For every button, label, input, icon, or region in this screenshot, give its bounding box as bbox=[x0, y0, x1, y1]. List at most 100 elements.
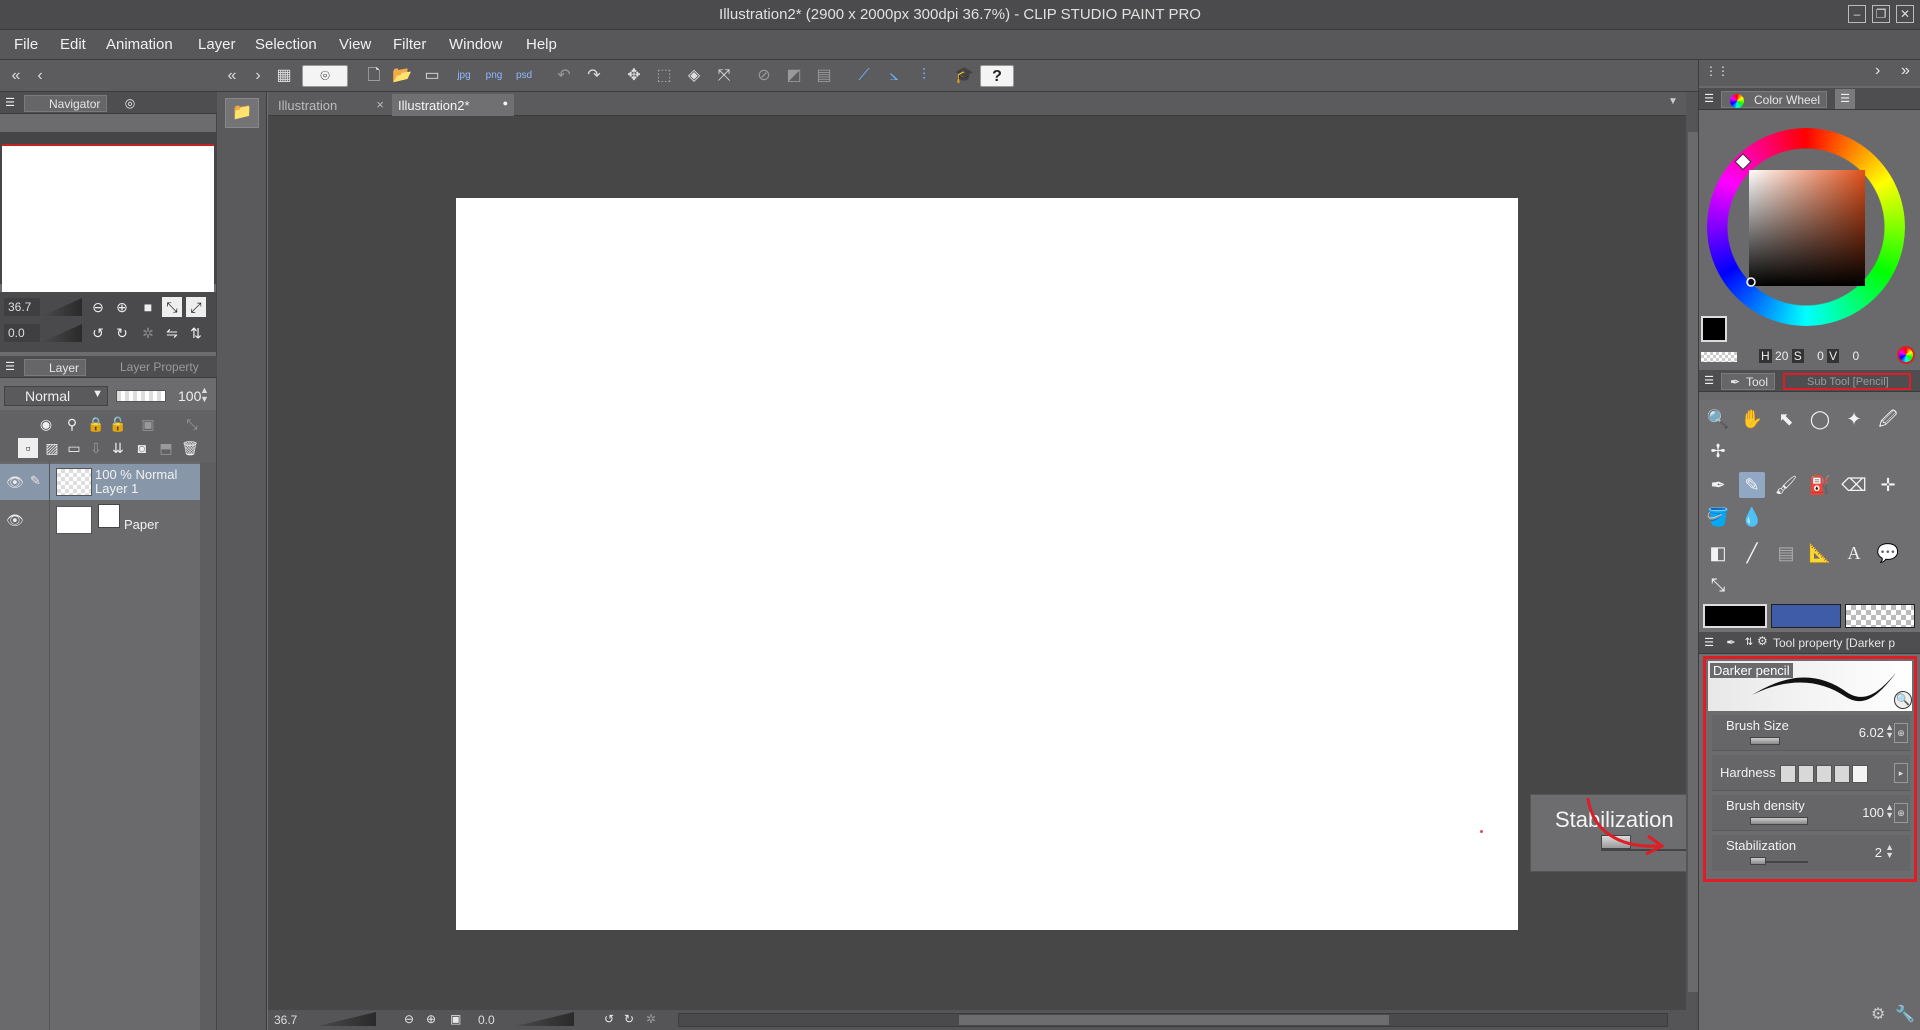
transfer-down-icon[interactable]: ⇩ bbox=[86, 438, 106, 458]
rotate-left-icon[interactable]: ↺ bbox=[88, 323, 108, 343]
pen-tool-icon[interactable]: ✒ bbox=[1705, 472, 1731, 498]
export-png-icon[interactable]: png bbox=[482, 65, 506, 87]
navigator-preview[interactable] bbox=[0, 132, 216, 294]
hardness-step[interactable] bbox=[1780, 765, 1796, 783]
ruler-tool-icon[interactable]: 📐 bbox=[1807, 540, 1833, 566]
eyedropper-tool-icon[interactable]: 🖉 bbox=[1875, 406, 1901, 432]
hardness-expand-icon[interactable]: ▸ bbox=[1894, 763, 1908, 783]
gradient-tool-icon[interactable]: ◧ bbox=[1705, 540, 1731, 566]
menu-layer[interactable]: Layer bbox=[198, 36, 236, 53]
select-clear-icon[interactable]: ⊘ bbox=[752, 65, 776, 87]
zoom-tool-icon[interactable]: 🔍 bbox=[1705, 406, 1731, 432]
pressure-icon[interactable]: ⊕ bbox=[1894, 803, 1908, 823]
balloon-tool-icon[interactable]: 💬 bbox=[1875, 540, 1901, 566]
grid-icon[interactable]: ▦ bbox=[272, 65, 296, 87]
help-icon[interactable]: ? bbox=[980, 65, 1014, 87]
open-folder-icon[interactable]: 📂 bbox=[390, 65, 414, 87]
eraser-tool-icon[interactable]: ⌫ bbox=[1841, 472, 1867, 498]
zoom-in-icon[interactable]: ⊕ bbox=[426, 1012, 436, 1026]
correct-line-tool-icon[interactable]: ⤡ bbox=[1705, 572, 1731, 598]
select-invert-icon[interactable]: ◩ bbox=[782, 65, 806, 87]
flip-vertical-icon[interactable]: ⇅ bbox=[186, 323, 206, 343]
tab-illustration[interactable]: Illustration × bbox=[272, 94, 390, 116]
menu-file[interactable]: File bbox=[14, 36, 38, 53]
brush-density-slider[interactable] bbox=[1750, 817, 1808, 825]
minimize-button[interactable]: – bbox=[1848, 5, 1866, 23]
snap-ruler-icon[interactable]: ⟋ bbox=[852, 65, 876, 87]
brush-size-value[interactable]: 6.02 bbox=[1859, 725, 1884, 740]
menu-animation[interactable]: Animation bbox=[106, 36, 173, 53]
transparent-swatch[interactable] bbox=[1701, 352, 1737, 362]
tab-layer[interactable]: Layer bbox=[24, 359, 87, 376]
tool-property-spin-icon[interactable]: ⇅ bbox=[1739, 633, 1759, 653]
grip-icon[interactable]: ⋮⋮ bbox=[1705, 64, 1729, 78]
nav-rotate-value[interactable]: 0.0 bbox=[4, 324, 40, 342]
hardness-step[interactable] bbox=[1852, 765, 1868, 783]
blend-mode-select[interactable]: Normal ▼ bbox=[4, 386, 108, 406]
scale-icon[interactable]: ⤧ bbox=[712, 65, 736, 87]
color-wheel[interactable] bbox=[1699, 114, 1920, 354]
select-all-icon[interactable]: ▤ bbox=[812, 65, 836, 87]
zoom-out-icon[interactable]: ⊖ bbox=[88, 297, 108, 317]
pressure-icon[interactable]: ⊕ bbox=[1894, 723, 1908, 743]
color-mode-icon[interactable] bbox=[1897, 346, 1915, 364]
menu-view[interactable]: View bbox=[339, 36, 371, 53]
tool-property-pen-icon[interactable]: ✒ bbox=[1721, 633, 1741, 653]
chevron-right-icon[interactable]: › bbox=[1875, 62, 1880, 80]
tab-navigator[interactable]: Navigator bbox=[24, 95, 108, 112]
collapse-right-icon[interactable]: » bbox=[1901, 62, 1910, 80]
tutorial-icon[interactable]: 🎓 bbox=[952, 65, 976, 87]
fit-navigator-icon[interactable]: ⤡ bbox=[162, 297, 182, 317]
figure-tool-icon[interactable]: ╱ bbox=[1739, 540, 1765, 566]
chevron-left-icon[interactable]: ‹ bbox=[28, 65, 52, 87]
layer-mask-icon[interactable]: ◙ bbox=[132, 438, 152, 458]
pencil-tool-icon[interactable]: ✎ bbox=[1739, 472, 1765, 498]
hand-tool-icon[interactable]: ✋ bbox=[1739, 406, 1765, 432]
stabilization-slider[interactable] bbox=[1750, 857, 1766, 865]
menu-help[interactable]: Help bbox=[526, 36, 557, 53]
navigator-alt-icon[interactable]: ◎ bbox=[120, 93, 140, 113]
color-wheel-graphic[interactable] bbox=[1699, 114, 1920, 354]
save-icon[interactable]: ▭ bbox=[420, 65, 444, 87]
maximize-button[interactable]: ❐ bbox=[1872, 5, 1890, 23]
text-tool-icon[interactable]: A bbox=[1841, 540, 1867, 566]
tab-sub-tool[interactable]: Sub Tool [Pencil] bbox=[1783, 373, 1911, 390]
brush-preview[interactable]: Darker pencil 🔍 bbox=[1708, 661, 1912, 711]
frame-tool-icon[interactable]: ▤ bbox=[1773, 540, 1799, 566]
brush-density-value[interactable]: 100 bbox=[1862, 805, 1884, 820]
brush-tool-icon[interactable]: 🖌 bbox=[1773, 472, 1799, 498]
drawing-canvas[interactable] bbox=[456, 198, 1518, 930]
collapse-left-icon[interactable]: « bbox=[4, 65, 28, 87]
nav-zoom-slider[interactable] bbox=[42, 298, 82, 316]
delete-layer-icon[interactable]: 🗑 bbox=[180, 438, 200, 458]
brush-size-spin-icon[interactable]: ▲ ▼ bbox=[1885, 723, 1894, 740]
rotate-right-icon[interactable]: ↻ bbox=[624, 1012, 634, 1026]
reset-rotation-icon[interactable]: ✲ bbox=[646, 1012, 656, 1026]
export-jpg-icon[interactable]: jpg bbox=[452, 65, 476, 87]
blend-tool-icon[interactable]: 💧 bbox=[1739, 504, 1765, 530]
snap-special-ruler-icon[interactable]: ⦣ bbox=[882, 65, 906, 87]
snap-grid-icon[interactable]: ⫶ bbox=[912, 65, 936, 87]
color-set-icon[interactable]: ☰ bbox=[1835, 89, 1855, 109]
move-tool-icon[interactable]: ✢ bbox=[1705, 438, 1731, 464]
wrench-icon[interactable]: 🔧 bbox=[1895, 1004, 1915, 1024]
redo-icon[interactable]: ↷ bbox=[582, 65, 606, 87]
tool-panel-menu-icon[interactable]: ☰ bbox=[1699, 371, 1719, 391]
horizontal-scrollbar[interactable] bbox=[678, 1013, 1668, 1027]
layer-to-ruler-icon[interactable]: ⬒ bbox=[156, 438, 176, 458]
zoom-in-icon[interactable]: ⊕ bbox=[112, 297, 132, 317]
fill-tool-icon[interactable]: 🪣 bbox=[1705, 504, 1731, 530]
tool-property-menu-icon[interactable]: ☰ bbox=[1699, 633, 1719, 653]
unsaved-dot-icon[interactable]: ● bbox=[503, 98, 508, 108]
tabs-dropdown-icon[interactable]: ▼ bbox=[1668, 96, 1678, 107]
actual-size-icon[interactable]: ⤢ bbox=[186, 297, 206, 317]
settings-icon[interactable]: ⚙ bbox=[1757, 634, 1768, 648]
hardness-step[interactable] bbox=[1834, 765, 1850, 783]
transparent-color-bar[interactable] bbox=[1845, 604, 1915, 628]
lasso-tool-icon[interactable]: ◯ bbox=[1807, 406, 1833, 432]
panel-menu-icon[interactable]: ☰ bbox=[0, 93, 20, 113]
sub-color-bar[interactable] bbox=[1771, 604, 1841, 628]
decoration-tool-icon[interactable]: ✛ bbox=[1875, 472, 1901, 498]
crop-icon[interactable]: ⬚ bbox=[652, 65, 676, 87]
clip-studio-icon[interactable]: ⌾ bbox=[302, 65, 348, 87]
